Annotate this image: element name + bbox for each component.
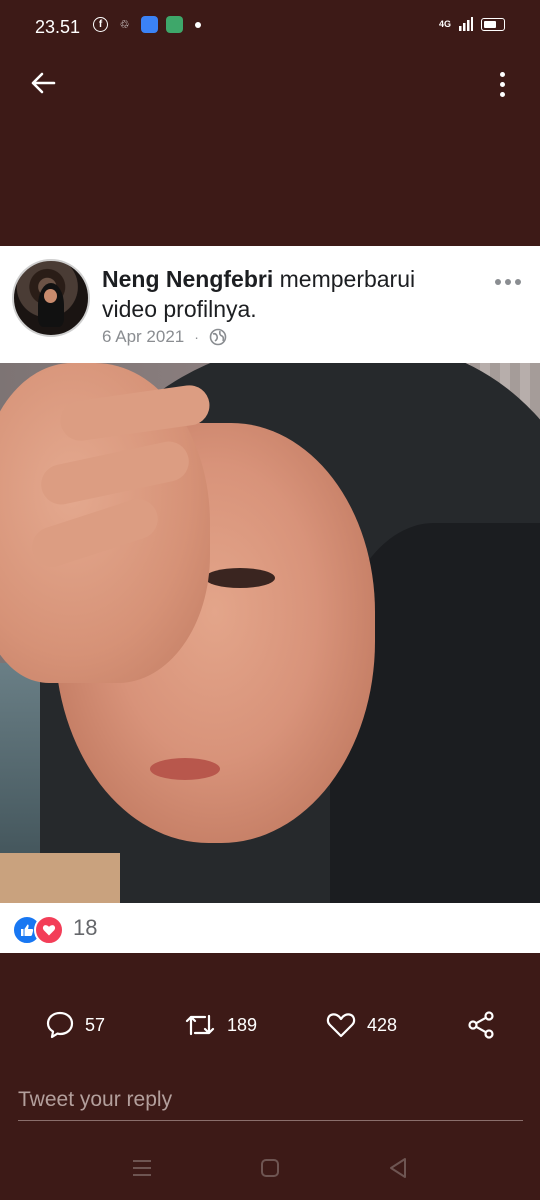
back-triangle-icon (390, 1158, 406, 1178)
home-button[interactable] (256, 1155, 284, 1181)
reply-input[interactable] (18, 1080, 523, 1121)
author-name[interactable]: Neng Nengfebri (102, 266, 273, 292)
love-reaction-icon (34, 915, 64, 945)
globe-icon (209, 328, 227, 346)
system-back-button[interactable] (384, 1155, 412, 1181)
recycle-icon: ♲ (119, 19, 130, 31)
app-green-icon (166, 16, 183, 33)
battery-fill (484, 20, 496, 28)
reaction-icons[interactable] (12, 915, 64, 945)
retweet-icon (185, 1014, 215, 1036)
arrow-left-icon (31, 72, 56, 94)
network-label: 4G (438, 18, 451, 29)
status-time: 23.51 (35, 17, 81, 37)
home-square-icon (261, 1159, 279, 1177)
post-options-button[interactable] (492, 272, 524, 292)
retweet-action[interactable]: 189 (183, 1010, 257, 1040)
post-meta: 6 Apr 2021 · (102, 327, 227, 347)
comment-icon (46, 1011, 74, 1039)
more-options-button[interactable] (492, 68, 512, 100)
reaction-count[interactable]: 18 (73, 915, 97, 941)
avatar[interactable] (12, 259, 90, 337)
more-horizontal-icon (495, 279, 501, 285)
status-bar: 23.51 f ♲ 4G (0, 0, 540, 54)
share-icon (468, 1011, 494, 1039)
battery-icon (481, 17, 505, 31)
app-blue-icon (141, 16, 158, 33)
more-notifications-dot (195, 21, 201, 28)
meta-separator: · (194, 329, 199, 345)
signal-icon (459, 17, 473, 31)
notification-icons: f ♲ (93, 16, 201, 33)
post-text: Neng Nengfebri memperbarui video profiln… (102, 264, 462, 324)
reply-action[interactable]: 57 (45, 1010, 105, 1040)
status-right: 4G (439, 17, 505, 31)
reply-count: 57 (85, 1014, 106, 1035)
facebook-icon: f (93, 17, 108, 32)
post-date[interactable]: 6 Apr 2021 (102, 327, 184, 347)
heart-icon (326, 1013, 356, 1038)
like-count: 428 (367, 1014, 398, 1035)
back-button[interactable] (28, 68, 58, 98)
menu-lines-icon (133, 1160, 151, 1176)
like-action[interactable]: 428 (325, 1010, 397, 1040)
more-vertical-icon (499, 71, 505, 77)
recent-apps-button[interactable] (128, 1155, 156, 1181)
profile-video-image[interactable] (0, 363, 540, 903)
retweet-count: 189 (227, 1014, 258, 1035)
share-action[interactable] (466, 1010, 496, 1040)
